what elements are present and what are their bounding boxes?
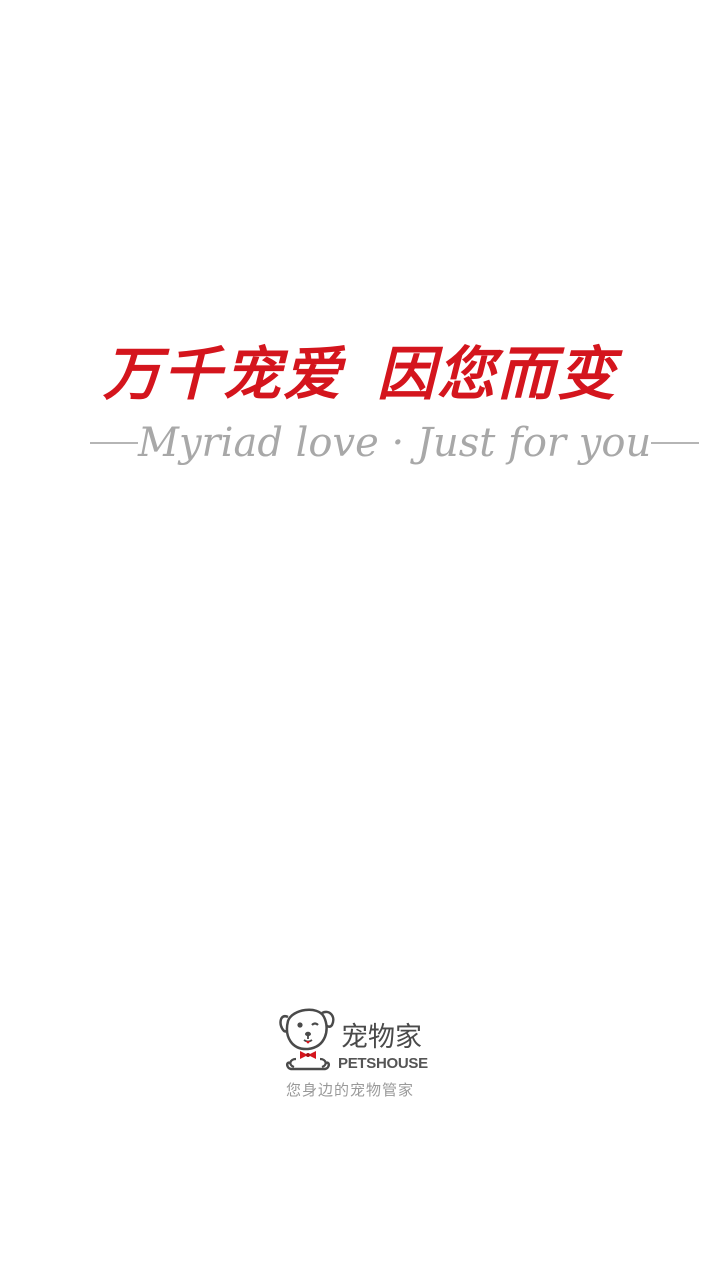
brand-name-english: PETSHOUSE	[338, 1055, 428, 1072]
slogan-english: Myriad love · Just for you	[138, 420, 652, 466]
slogan-left-rule	[90, 442, 138, 444]
slogan-right-rule	[651, 442, 700, 444]
slogan-chinese: 万千宠爱 因您而变	[0, 327, 720, 411]
slogan-english-row: Myriad love · Just for you	[90, 418, 700, 468]
slogan-chinese-part2: 因您而变	[377, 340, 618, 408]
slogan-chinese-part1: 万千宠爱	[102, 340, 343, 408]
brand-tagline: 您身边的宠物管家	[286, 1081, 415, 1099]
brand-name-chinese: 宠物家	[341, 1022, 422, 1053]
splash-screen: 万千宠爱 因您而变 Myriad love · Just for you 宠物家…	[0, 0, 720, 1280]
dog-mascot-icon	[279, 1008, 335, 1071]
brand-logo: 宠物家 PETSHOUSE 您身边的宠物管家	[278, 1003, 438, 1103]
